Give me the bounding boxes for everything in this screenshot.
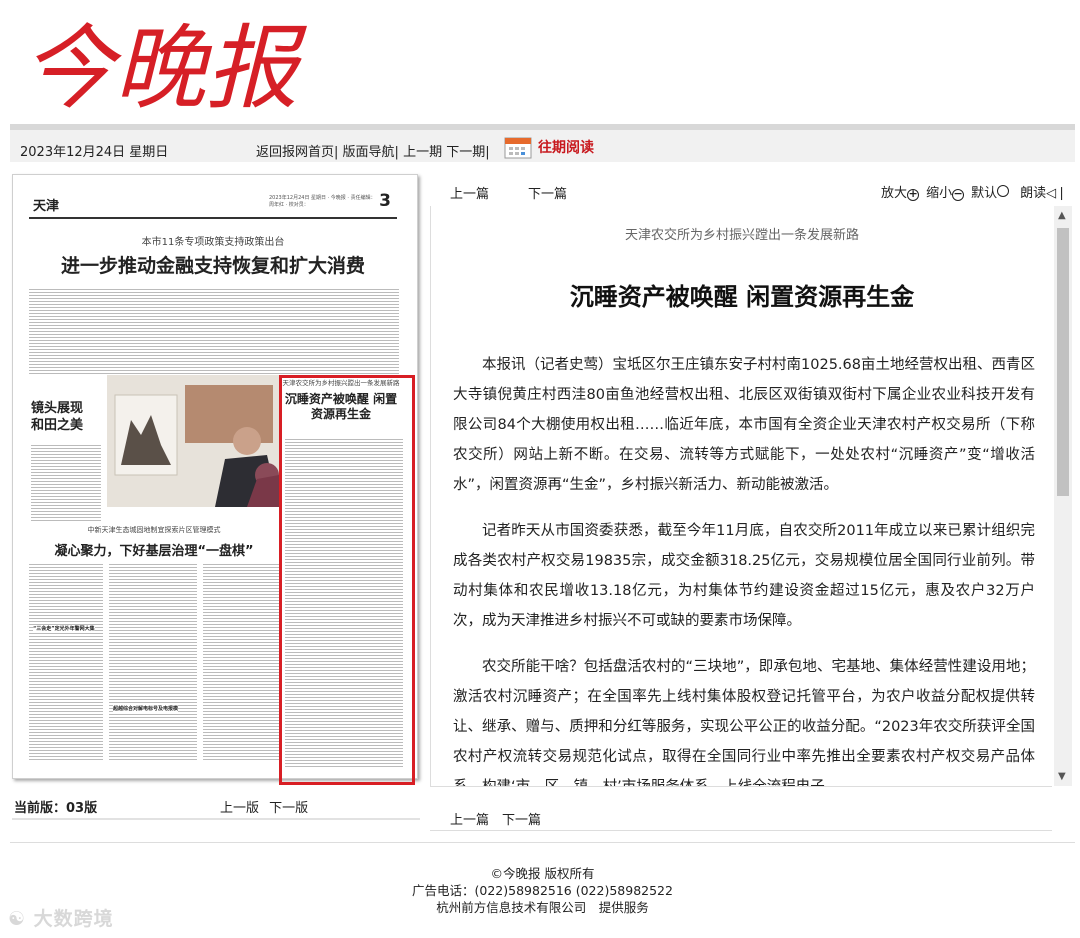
article-headline: 沉睡资产被唤醒 闲置资源再生金 (569, 283, 915, 311)
prev-article-link[interactable]: 上一篇 (450, 183, 489, 202)
copyright: ©今晚报 版权所有 (490, 866, 595, 881)
default-size-button[interactable]: 默认 (971, 182, 1010, 201)
watermark: ☯ 大数跨境 (8, 908, 114, 930)
scroll-thumb[interactable] (1057, 228, 1069, 496)
scroll-down-icon[interactable]: ▼ (1058, 771, 1066, 782)
speaker-icon: ◁❘ (1046, 186, 1067, 201)
article-content: 天津农交所为乡村振兴蹚出一条发展新路 沉睡资产被唤醒 闲置资源再生金 本报讯（记… (430, 206, 1053, 786)
zoom-out-button[interactable]: 缩小− (926, 182, 965, 201)
minus-circle-icon: − (952, 187, 965, 201)
masthead-logo: 今晚报 (22, 12, 322, 122)
article-paragraph: 农交所能干啥？包括盘活农村的“三块地”，即承包地、宅基地、集体经营性建设用地；激… (453, 659, 1035, 786)
next-article-link-bottom[interactable]: 下一篇 (502, 809, 541, 828)
bottom-col-2 (109, 562, 197, 762)
page-meta: 2023年12月24日 星期日 · 今晚报 · 责任编辑：周年红 · 校对员： (269, 195, 376, 208)
article-toolbar: 上一篇 下一篇 放大+ 缩小− 默认 朗读◁❘ (430, 174, 1075, 204)
service-provider: 杭州前方信息技术有限公司 提供服务 (436, 900, 649, 915)
sub-head-1: “三会走”定光外年警网大集 (33, 625, 95, 632)
news-photo (107, 375, 279, 507)
prev-version-link[interactable]: 上一版 (220, 801, 259, 816)
bottom-col-3 (203, 562, 279, 762)
page-nav-link[interactable]: 版面导航| (343, 145, 399, 160)
bottom-headline: 凝心聚力，下好基层治理“一盘棋” (54, 544, 254, 559)
article-paragraph: 记者昨天从市国资委获悉，截至今年11月底，自农交所2011年成立以来已累计组织完… (453, 523, 1035, 629)
article-bottom-nav: 上一篇 下一篇 (430, 786, 1052, 831)
watermark-logo-icon: ☯ (8, 908, 27, 930)
issue-nav: 返回报网首页| 版面导航| 上一期 下一期| (256, 141, 490, 160)
photo-headline: 镜头展现和田之美 (31, 401, 84, 433)
left-divider (12, 818, 420, 820)
calendar-icon (504, 137, 532, 159)
next-issue-link[interactable]: 下一期| (446, 145, 489, 160)
article-kicker: 天津农交所为乡村振兴蹚出一条发展新路 (624, 228, 859, 243)
prev-issue-link[interactable]: 上一期 (403, 145, 442, 160)
read-aloud-button[interactable]: 朗读◁❘ (1020, 182, 1067, 201)
article-paragraph: 本报讯（记者史莺）宝坻区尔王庄镇东安子村村南1025.68亩土地经营权出租、西青… (453, 357, 1035, 493)
page-section: 天津 (33, 199, 60, 214)
top-bar: 2023年12月24日 星期日 返回报网首页| 版面导航| 上一期 下一期| 往… (10, 124, 1075, 162)
scroll-up-icon[interactable]: ▲ (1058, 210, 1066, 221)
prev-article-link-bottom[interactable]: 上一篇 (450, 809, 489, 828)
article-panel: 上一篇 下一篇 放大+ 缩小− 默认 朗读◁❘ 天津农交所为乡村振兴蹚出一条发展… (430, 174, 1075, 831)
article-scrollbar[interactable]: ▲ ▼ (1054, 206, 1072, 786)
bottom-story[interactable]: 中新天津生态城固地制宜探索片区管理模式 凝心聚力，下好基层治理“一盘棋” (29, 525, 279, 559)
ad-phone: 广告电话：(022)58982516 (022)58982522 (412, 883, 673, 898)
past-reading-label: 往期阅读 (538, 140, 594, 156)
lead-body-text (29, 287, 399, 375)
plus-circle-icon: + (907, 187, 920, 201)
circle-icon (997, 185, 1010, 197)
current-version: 当前版：03版 (14, 801, 98, 816)
version-nav: 上一版 下一版 (220, 797, 308, 816)
sub-head-2: 超越综合对解电标号及电报模 (113, 705, 179, 712)
page-number: 3 (379, 191, 391, 211)
selected-article-highlight[interactable] (279, 375, 415, 785)
next-article-link[interactable]: 下一篇 (528, 183, 567, 202)
bottom-kicker: 中新天津生态城固地制宜探索片区管理模式 (87, 526, 221, 534)
past-reading-button[interactable]: 往期阅读 (504, 135, 594, 159)
footer: ©今晚报 版权所有 广告电话：(022)58982516 (022)589825… (10, 842, 1075, 931)
lead-kicker: 本市11条专项政策支持政策出台 (141, 237, 285, 248)
bottom-col-1 (29, 562, 103, 762)
issue-date: 2023年12月24日 星期日 (20, 145, 169, 160)
next-version-link[interactable]: 下一版 (269, 801, 308, 816)
reader-tools: 放大+ 缩小− 默认 朗读◁❘ (881, 182, 1067, 201)
home-link[interactable]: 返回报网首页| (256, 145, 338, 160)
zoom-in-button[interactable]: 放大+ (881, 182, 920, 201)
photo-caption-text (31, 443, 101, 523)
masthead-title: 今晚报 (22, 15, 307, 117)
page-header: 天津 2023年12月24日 星期日 · 今晚报 · 责任编辑：周年红 · 校对… (29, 191, 397, 219)
lead-headline: 进一步推动金融支持恢复和扩大消费 (60, 255, 365, 277)
